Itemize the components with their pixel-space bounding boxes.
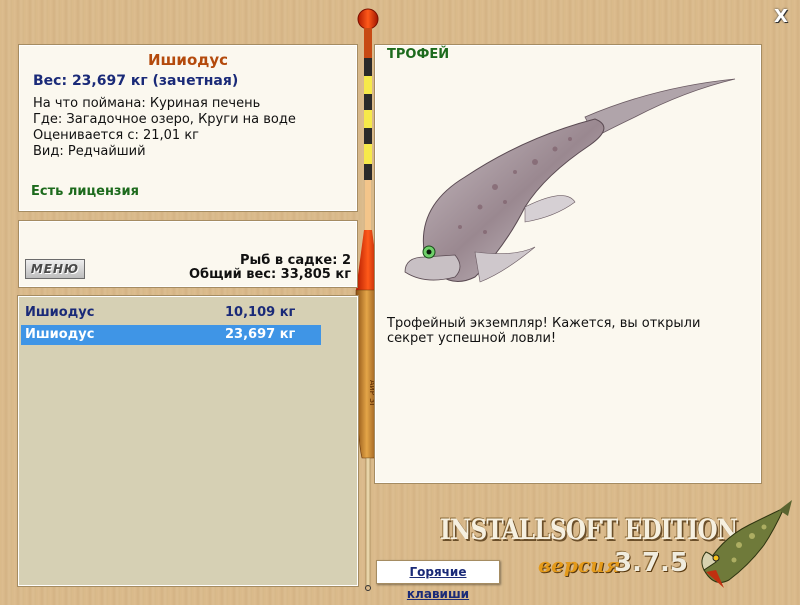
- edition-title: INSTALLSOFT EDITION: [440, 513, 738, 546]
- version-number: 3.7.5: [614, 548, 689, 578]
- species-detail: Вид: Редчайший: [33, 144, 146, 159]
- hotkeys-button[interactable]: Горячие клавиши: [376, 560, 500, 601]
- cage-panel: МЕНЮ Рыб в садке: 2 Общий вес: 33,805 кг: [18, 220, 358, 288]
- version-label: версия: [538, 553, 621, 577]
- catch-list: Ишиодус 10,109 кг Ишиодус 23,697 кг: [18, 296, 358, 586]
- cage-fish-count: Рыб в садке: 2: [239, 253, 351, 268]
- fish-info-panel: Ишиодус Вес: 23,697 кг (зачетная) На что…: [18, 44, 358, 212]
- location-detail: Где: Загадочное озеро, Круги на воде: [33, 112, 296, 127]
- list-item-weight: 10,109 кг: [225, 305, 296, 320]
- bait-detail: На что поймана: Куриная печень: [33, 96, 261, 111]
- fish-image: [404, 78, 736, 283]
- pike-logo-icon: [701, 500, 792, 588]
- list-item-weight: 23,697 кг: [225, 327, 296, 342]
- list-item-selected[interactable]: Ишиодус 23,697 кг: [21, 325, 321, 345]
- list-item-name: Ишиодус: [25, 327, 95, 342]
- menu-button[interactable]: МЕНЮ: [25, 259, 85, 279]
- fish-weight: Вес: 23,697 кг (зачетная): [33, 73, 239, 89]
- list-item-name: Ишиодус: [25, 305, 95, 320]
- trophy-panel: ТРОФЕЙ Трофейный экземпляр! Кажется, вы …: [374, 44, 762, 484]
- close-button[interactable]: X: [772, 8, 790, 26]
- license-status: Есть лицензия: [31, 184, 139, 199]
- rating-detail: Оценивается с: 21,01 кг: [33, 128, 200, 143]
- list-item[interactable]: Ишиодус 10,109 кг: [21, 303, 321, 323]
- fish-name: Ишиодус: [147, 51, 229, 69]
- trophy-description: Трофейный экземпляр! Кажется, вы открыли…: [387, 316, 701, 346]
- cage-total-weight: Общий вес: 33,805 кг: [188, 267, 351, 282]
